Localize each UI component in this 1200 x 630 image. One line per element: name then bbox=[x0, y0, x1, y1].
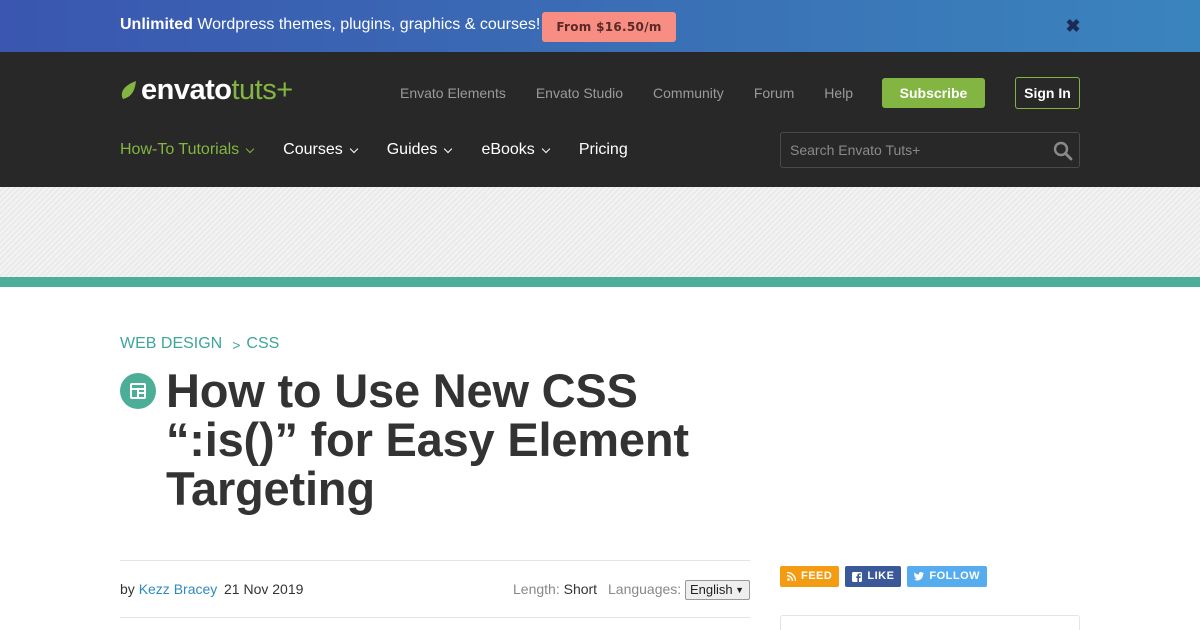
top-links: Envato Elements Envato Studio Community … bbox=[400, 85, 883, 101]
follow-label: FOLLOW bbox=[929, 570, 981, 582]
nav-label: Guides bbox=[386, 141, 438, 158]
chevron-down-icon: ▼ bbox=[735, 585, 744, 595]
logo-tuts: tuts+ bbox=[231, 73, 293, 106]
breadcrumb: WEB DESIGN > CSS bbox=[120, 335, 279, 355]
languages-label: Languages: bbox=[608, 581, 682, 597]
author-link[interactable]: Kezz Bracey bbox=[139, 581, 218, 597]
facebook-icon bbox=[852, 571, 863, 582]
promo-strong: Unlimited bbox=[120, 16, 193, 33]
article-meta: by Kezz Bracey 21 Nov 2019 Length: Short… bbox=[120, 560, 750, 618]
publish-date: 21 Nov 2019 bbox=[224, 581, 304, 597]
by-label: by bbox=[120, 581, 135, 597]
promo-banner: Unlimited Wordpress themes, plugins, gra… bbox=[0, 0, 1200, 52]
like-label: LIKE bbox=[867, 570, 895, 582]
close-icon[interactable]: ✖ bbox=[1064, 17, 1082, 35]
search-icon[interactable] bbox=[1053, 141, 1073, 161]
breadcrumb-css[interactable]: CSS bbox=[246, 335, 279, 355]
chevron-down-icon bbox=[541, 144, 551, 153]
link-community[interactable]: Community bbox=[653, 85, 724, 101]
nav-label: Pricing bbox=[578, 141, 628, 158]
nav-label: How-To Tutorials bbox=[120, 141, 240, 158]
logo[interactable]: envato tuts+ bbox=[120, 74, 293, 106]
rss-icon bbox=[787, 572, 796, 581]
feed-button[interactable]: FEED bbox=[780, 566, 840, 587]
chevron-down-icon bbox=[349, 144, 358, 153]
nav-guides[interactable]: Guides bbox=[386, 141, 453, 159]
layout-glyph bbox=[130, 383, 146, 399]
promo-message: Wordpress themes, plugins, graphics & co… bbox=[192, 16, 541, 33]
ad-banner-area bbox=[0, 187, 1200, 277]
follow-button[interactable]: FOLLOW bbox=[907, 566, 988, 587]
subscribe-button[interactable]: Subscribe bbox=[882, 78, 985, 108]
meta-author: by Kezz Bracey bbox=[120, 581, 217, 597]
layout-icon bbox=[120, 373, 156, 409]
page-title: How to Use New CSS “:is()” for Easy Elem… bbox=[166, 364, 689, 515]
breadcrumb-web-design[interactable]: WEB DESIGN bbox=[120, 335, 222, 355]
link-forum[interactable]: Forum bbox=[754, 85, 794, 101]
logo-envato: envato bbox=[141, 73, 232, 106]
length-label: Length: bbox=[513, 581, 560, 597]
promo-text: Unlimited Wordpress themes, plugins, gra… bbox=[120, 16, 540, 34]
link-envato-elements[interactable]: Envato Elements bbox=[400, 85, 506, 101]
like-button[interactable]: LIKE bbox=[845, 566, 902, 587]
promo-cta-button[interactable]: From $16.50/m bbox=[542, 12, 676, 42]
twitter-icon bbox=[914, 572, 925, 581]
nav-ebooks[interactable]: eBooks bbox=[481, 141, 551, 159]
social-buttons: FEED LIKE FOLLOW bbox=[780, 566, 993, 587]
main-nav: How-To Tutorials Courses Guides eBooks P… bbox=[120, 141, 658, 159]
link-help[interactable]: Help bbox=[824, 85, 853, 101]
nav-label: Courses bbox=[283, 141, 343, 158]
nav-label: eBooks bbox=[481, 141, 535, 158]
language-select[interactable]: English ▼ bbox=[685, 580, 750, 600]
chevron-down-icon bbox=[245, 144, 255, 153]
search-box bbox=[780, 132, 1080, 168]
search-input[interactable] bbox=[781, 133, 1041, 167]
sign-in-button[interactable]: Sign In bbox=[1015, 77, 1080, 109]
chevron-down-icon bbox=[444, 144, 453, 153]
meta-length: Length: Short bbox=[513, 581, 597, 597]
nav-courses[interactable]: Courses bbox=[283, 141, 358, 159]
leaf-icon bbox=[121, 81, 136, 99]
category-color-bar bbox=[0, 277, 1200, 287]
length-value: Short bbox=[563, 581, 598, 597]
link-envato-studio[interactable]: Envato Studio bbox=[536, 85, 623, 101]
sidebar-box bbox=[780, 615, 1080, 630]
feed-label: FEED bbox=[801, 570, 833, 582]
breadcrumb-separator: > bbox=[232, 337, 241, 353]
nav-how-to-tutorials[interactable]: How-To Tutorials bbox=[120, 141, 255, 159]
site-header: envato tuts+ Envato Elements Envato Stud… bbox=[0, 52, 1200, 187]
nav-pricing[interactable]: Pricing bbox=[579, 141, 628, 159]
language-selected: English bbox=[690, 582, 733, 597]
